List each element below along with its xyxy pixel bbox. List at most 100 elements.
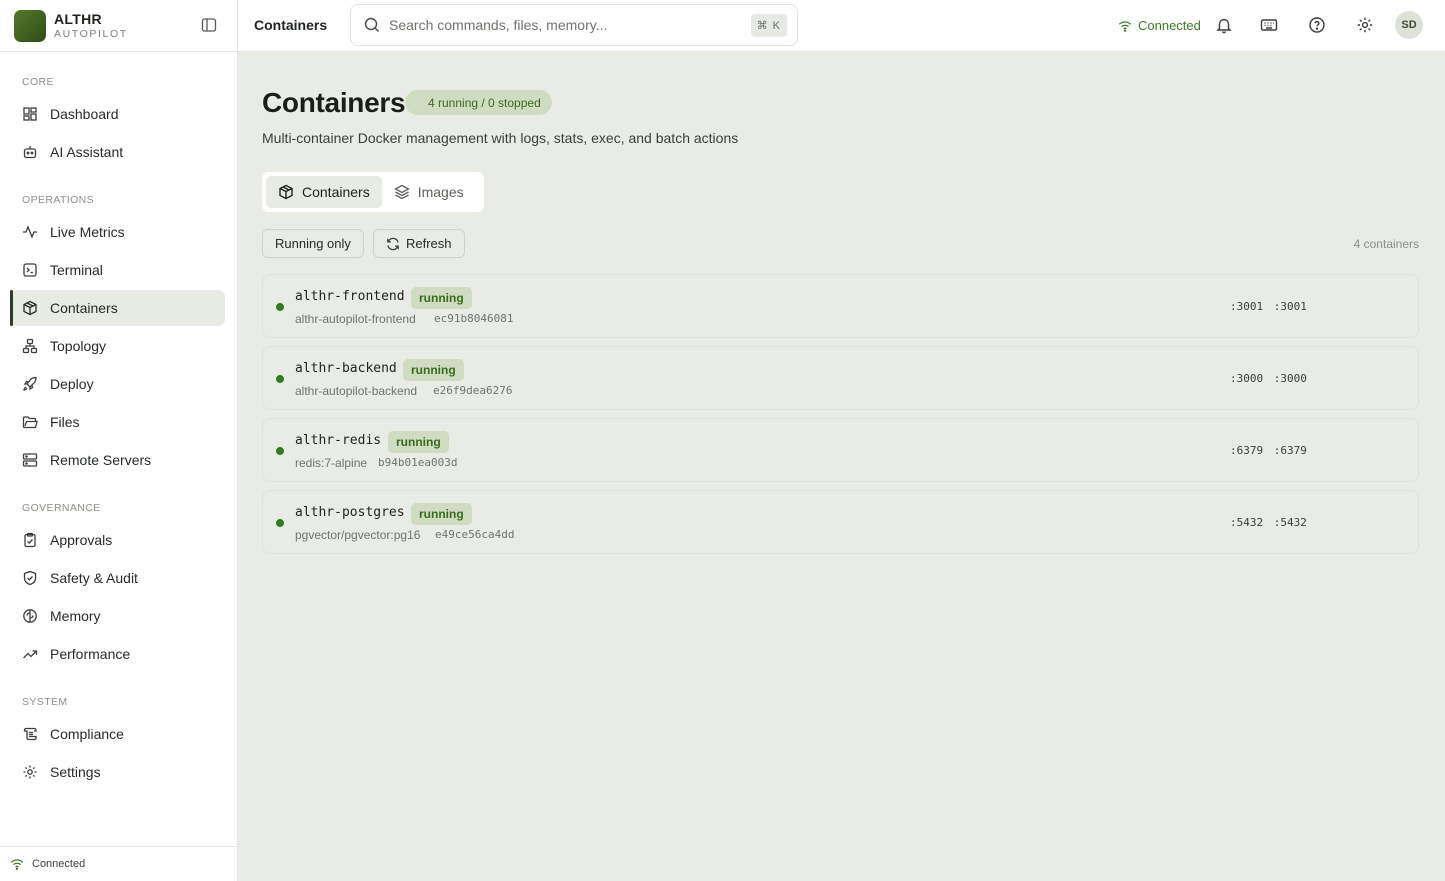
refresh-label: Refresh [406, 236, 452, 251]
status-badge: running [411, 503, 472, 525]
sidebar-item-live-metrics[interactable]: Live Metrics [10, 214, 225, 250]
sidebar-item-compliance[interactable]: Compliance [10, 716, 225, 752]
sidebar-item-settings[interactable]: Settings [10, 754, 225, 790]
container-ports: :3000 :3000 [1230, 372, 1307, 385]
refresh-button[interactable]: Refresh [373, 229, 465, 258]
running-only-toggle[interactable]: Running only [262, 229, 364, 258]
tab-containers[interactable]: Containers [266, 176, 382, 208]
sidebar-item-performance[interactable]: Performance [10, 636, 225, 672]
rocket-icon [22, 376, 38, 392]
refresh-icon [387, 237, 399, 250]
box-icon [279, 184, 293, 200]
sidebar-item-topology[interactable]: Topology [10, 328, 225, 364]
sidebar-item-label: Performance [50, 646, 131, 662]
sidebar-item-containers[interactable]: Containers [10, 290, 225, 326]
container-name: althr-redis [295, 433, 382, 448]
nav-section-governance: GOVERNANCE [22, 502, 101, 514]
sidebar-item-memory[interactable]: Memory [10, 598, 225, 634]
container-list: althr-frontend running althr-autopilot-f… [262, 274, 1419, 562]
container-ports: :5432 :5432 [1230, 516, 1307, 529]
container-name: althr-backend [295, 361, 397, 376]
container-ports: :3001 :3001 [1230, 300, 1307, 313]
server-icon [22, 452, 38, 468]
clipboard-icon [22, 532, 38, 548]
sidebar-item-label: Compliance [50, 726, 124, 742]
connection-status-text: Connected [1138, 18, 1201, 33]
brand-subtitle: AUTOPILOT [54, 28, 128, 40]
brand-logo [14, 9, 46, 42]
main-content: Containers 4 running / 0 stopped Multi-c… [238, 53, 1445, 881]
search-box[interactable]: ⌘ K [350, 4, 798, 46]
nav-section-operations: OPERATIONS [22, 194, 95, 206]
container-id: e49ce56ca4dd [435, 528, 515, 541]
sidebar-connection-status: Connected [0, 846, 237, 881]
help-icon[interactable] [1308, 16, 1326, 34]
sidebar-item-label: Memory [50, 608, 101, 624]
sidebar-item-safety-audit[interactable]: Safety & Audit [10, 560, 225, 596]
container-row[interactable]: althr-redis running redis:7-alpine b94b0… [262, 418, 1419, 482]
container-image: althr-autopilot-frontend [295, 312, 416, 326]
container-id: e26f9dea6276 [433, 384, 513, 397]
sidebar-item-label: Remote Servers [50, 452, 152, 468]
sidebar-item-terminal[interactable]: Terminal [10, 252, 225, 288]
container-row[interactable]: althr-backend running althr-autopilot-ba… [262, 346, 1419, 410]
sidebar-item-dashboard[interactable]: Dashboard [10, 96, 225, 132]
sidebar-item-label: Dashboard [50, 106, 119, 122]
search-shortcut-hint: ⌘ K [750, 14, 787, 37]
container-id: b94b01ea003d [378, 456, 458, 469]
bot-icon [22, 144, 38, 160]
sidebar-item-label: Settings [50, 764, 101, 780]
gear-icon [22, 764, 38, 780]
tab-bar: Containers Images [262, 172, 484, 212]
settings-gear-icon[interactable] [1356, 16, 1374, 34]
box-icon [22, 300, 38, 316]
connection-status: Connected [1118, 18, 1201, 33]
keyboard-icon[interactable] [1260, 16, 1278, 34]
sidebar-item-label: Topology [50, 338, 107, 354]
sidebar-item-deploy[interactable]: Deploy [10, 366, 225, 402]
sidebar-footer-status-text: Connected [32, 858, 86, 870]
status-dot [276, 375, 284, 383]
tab-label: Images [417, 184, 464, 200]
sidebar-item-label: Deploy [50, 376, 94, 392]
nav-section-system: SYSTEM [22, 696, 68, 708]
status-badge: running [388, 431, 449, 453]
scroll-icon [22, 726, 38, 742]
container-count: 4 containers [1353, 237, 1419, 251]
brain-icon [22, 608, 38, 624]
wifi-icon [10, 859, 24, 870]
grid-icon [22, 106, 38, 122]
sidebar-item-ai-assistant[interactable]: AI Assistant [10, 134, 225, 170]
sidebar-item-approvals[interactable]: Approvals [10, 522, 225, 558]
layers-icon [393, 184, 410, 200]
container-row[interactable]: althr-frontend running althr-autopilot-f… [262, 274, 1419, 338]
activity-icon [22, 224, 38, 240]
page-description: Multi-container Docker management with l… [262, 130, 739, 146]
sidebar-item-label: Files [50, 414, 80, 430]
top-header: Containers ⌘ K Connected SD [238, 0, 1445, 52]
status-count-badge: 4 running / 0 stopped [405, 90, 552, 115]
status-badge: running [403, 359, 464, 381]
sidebar-toggle-icon[interactable] [201, 17, 217, 33]
container-id: ec91b8046081 [434, 312, 514, 325]
sidebar-item-label: Approvals [50, 532, 113, 548]
search-input[interactable] [389, 17, 739, 33]
sidebar-item-files[interactable]: Files [10, 404, 225, 440]
status-dot [276, 519, 284, 527]
status-badge: running [411, 287, 472, 309]
folder-icon [22, 414, 38, 430]
tab-images[interactable]: Images [382, 176, 476, 208]
search-icon [364, 17, 380, 33]
sidebar-item-label: Containers [50, 300, 118, 316]
container-image: pgvector/pgvector:pg16 [295, 528, 421, 542]
status-dot [276, 303, 284, 311]
bell-icon[interactable] [1215, 16, 1233, 34]
tab-label: Containers [302, 184, 370, 200]
sidebar-item-label: Safety & Audit [50, 570, 138, 586]
container-name: althr-frontend [295, 289, 405, 304]
container-row[interactable]: althr-postgres running pgvector/pgvector… [262, 490, 1419, 554]
sidebar-item-remote-servers[interactable]: Remote Servers [10, 442, 225, 478]
sidebar: ALTHR AUTOPILOT CORE Dashboard AI Assist… [0, 0, 238, 881]
avatar[interactable]: SD [1395, 11, 1423, 39]
trending-up-icon [22, 646, 38, 662]
